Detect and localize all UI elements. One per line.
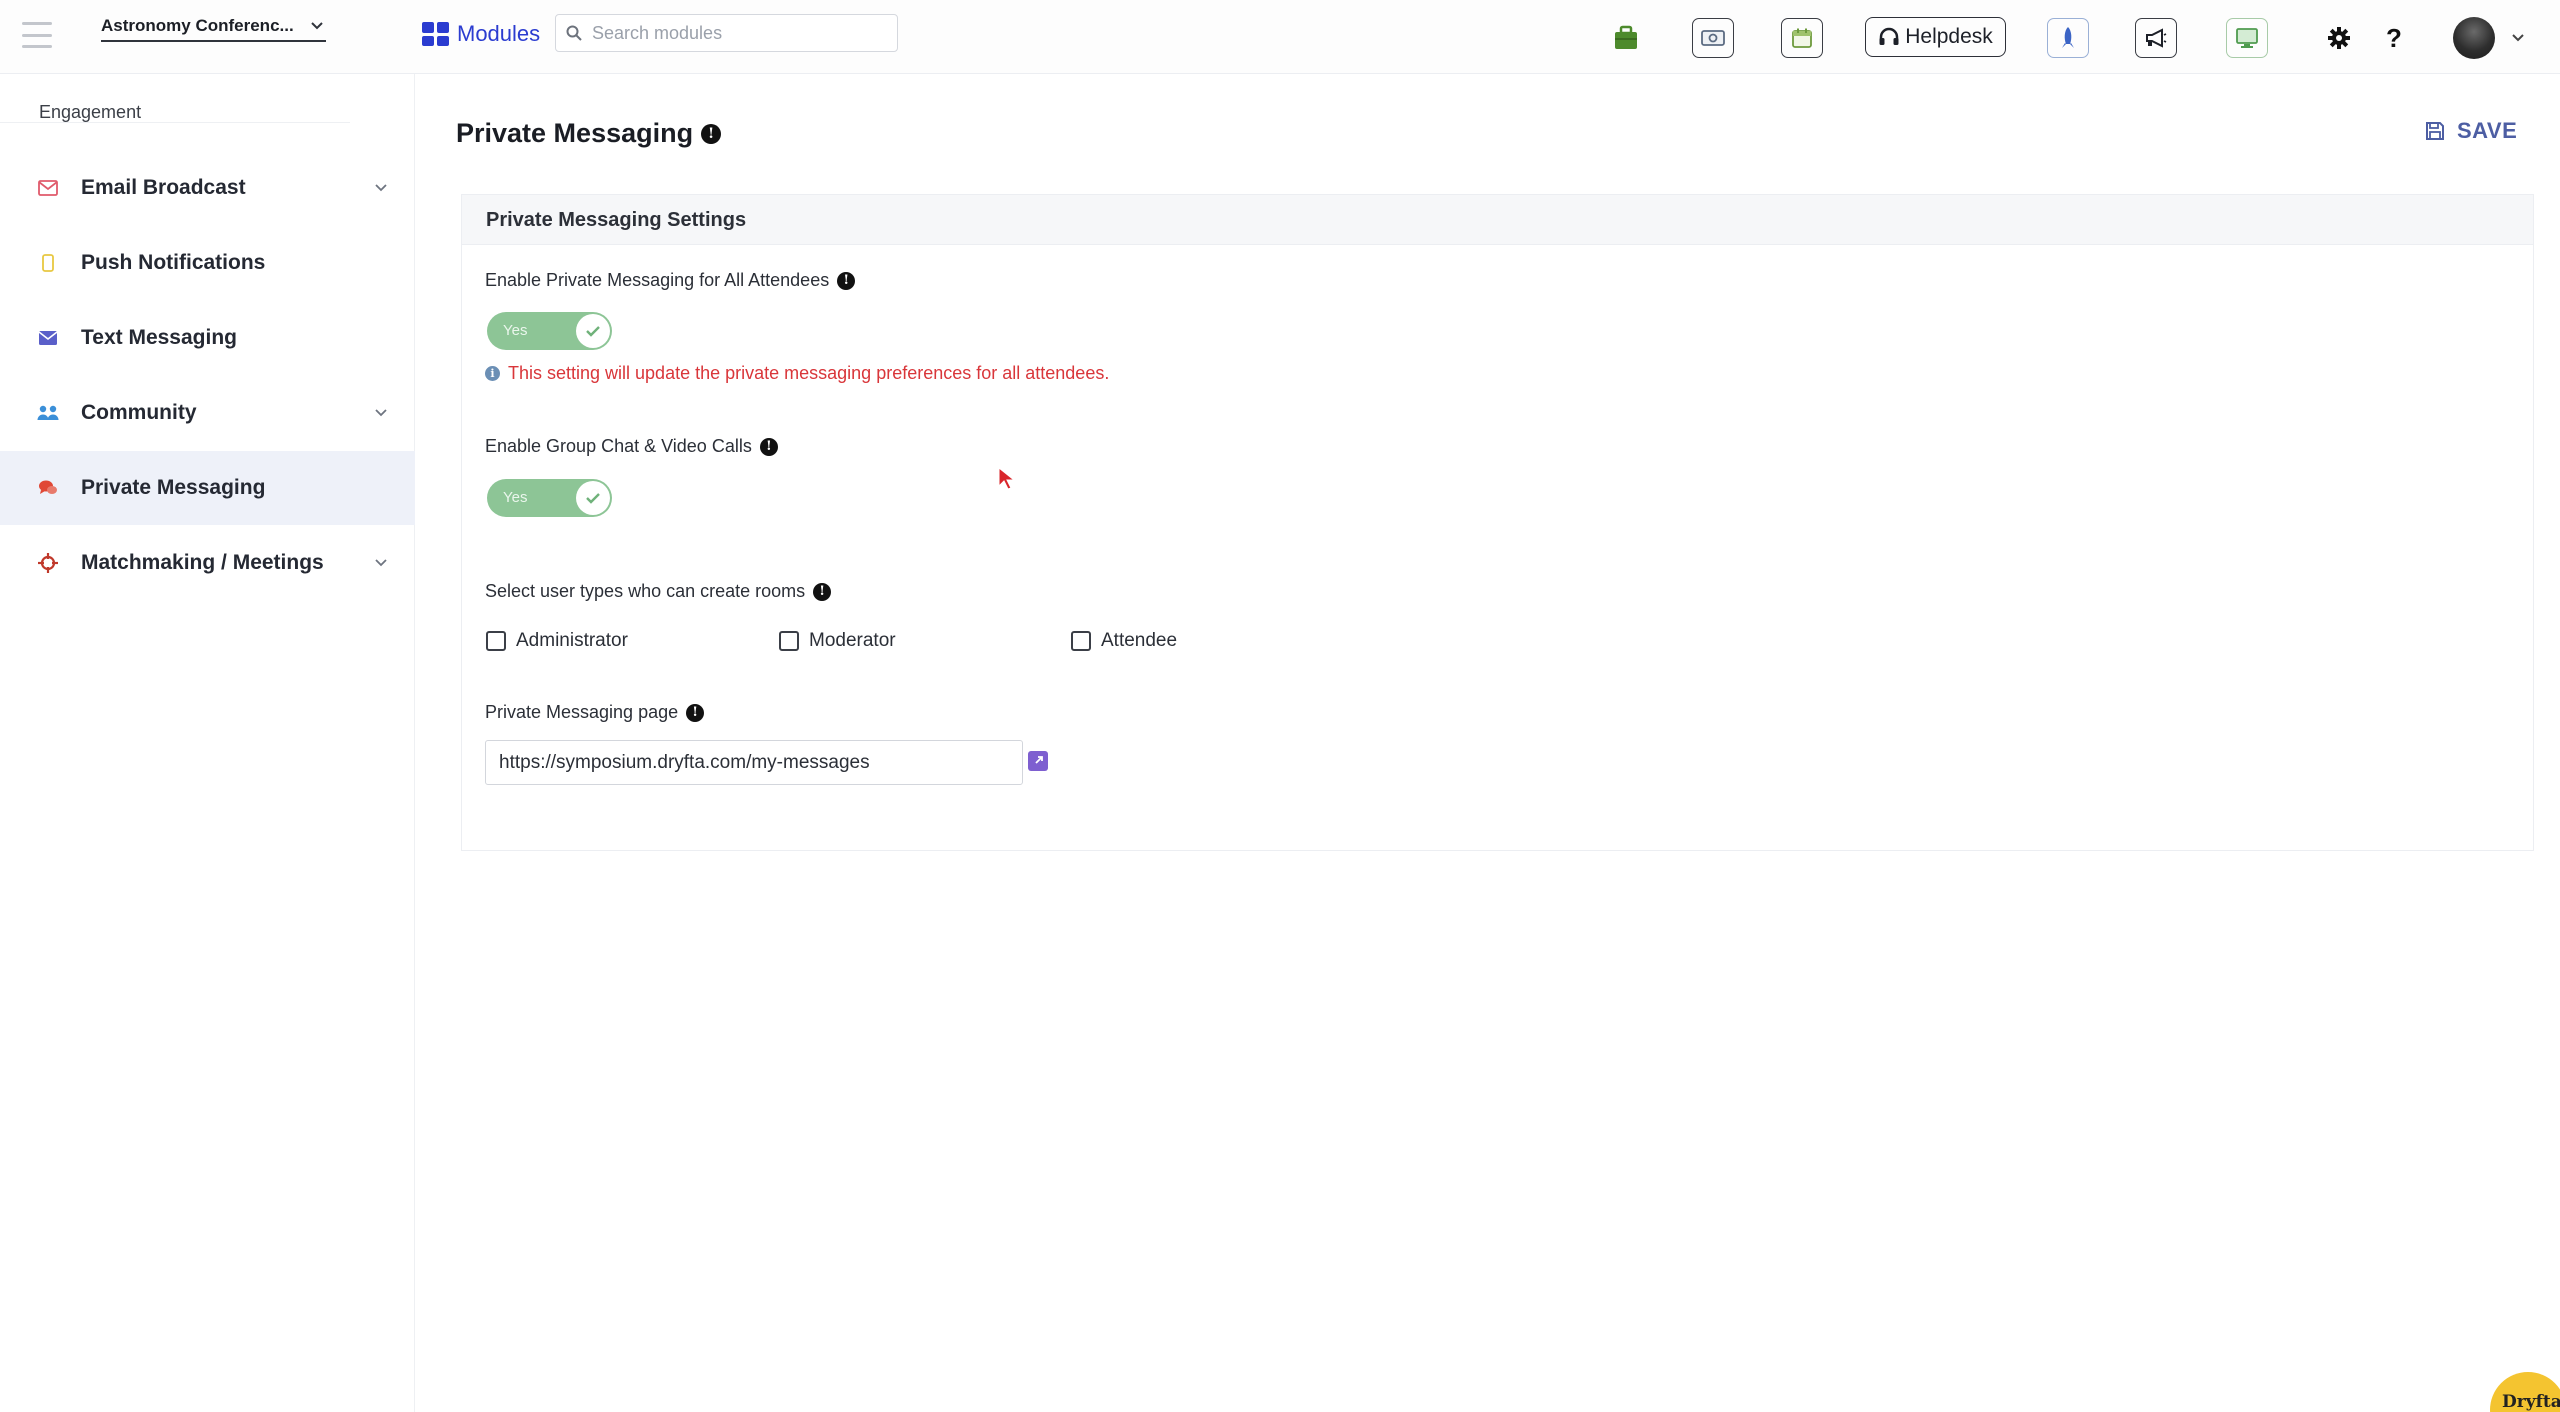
chat-bubbles-icon (37, 478, 59, 498)
sidebar-item-email-broadcast[interactable]: Email Broadcast (0, 151, 415, 225)
search-box (555, 14, 898, 52)
briefcase-icon[interactable] (1608, 18, 1644, 58)
room-creators-label: Select user types who can create rooms ! (485, 581, 832, 602)
crosshair-icon (37, 553, 59, 573)
external-link-icon[interactable] (1028, 751, 1048, 771)
chevron-down-icon[interactable] (374, 558, 388, 568)
menu-icon[interactable] (22, 22, 52, 48)
cursor-icon (998, 467, 1016, 490)
top-bar: Astronomy Conferenc... Modules Helpdesk (0, 0, 2560, 74)
checkbox-moderator[interactable]: Moderator (779, 630, 896, 652)
event-selector[interactable]: Astronomy Conferenc... (101, 12, 326, 42)
monitor-icon[interactable] (2226, 18, 2268, 58)
avatar[interactable] (2453, 17, 2495, 59)
divider (0, 122, 350, 123)
search-input[interactable] (592, 22, 872, 44)
checkbox-administrator[interactable]: Administrator (486, 630, 628, 652)
brand-label: Dryfta (2502, 1392, 2560, 1412)
enable-pm-label: Enable Private Messaging for All Attende… (485, 270, 856, 291)
sidebar-section-engagement: Engagement (39, 102, 142, 122)
checkmark-icon (576, 481, 610, 515)
grid-icon (422, 22, 449, 46)
card-header: Private Messaging Settings (462, 195, 2533, 245)
info-icon[interactable]: ! (686, 703, 705, 722)
enable-pm-label-text: Enable Private Messaging for All Attende… (485, 270, 830, 290)
calendar-icon[interactable] (1781, 18, 1823, 58)
enable-group-label-text: Enable Group Chat & Video Calls (485, 436, 752, 456)
brand-badge: Dryfta (2490, 1372, 2560, 1412)
rocket-icon[interactable] (2047, 18, 2089, 58)
sidebar-item-label: Text Messaging (81, 326, 237, 349)
sidebar-item-label: Matchmaking / Meetings (81, 551, 324, 574)
checkbox[interactable] (1071, 631, 1091, 651)
page-title-text: Private Messaging (456, 118, 694, 148)
sidebar-item-text-messaging[interactable]: Text Messaging (0, 301, 415, 375)
sidebar-item-label: Push Notifications (81, 251, 266, 274)
sidebar-item-label: Email Broadcast (81, 176, 246, 199)
pm-page-url: https://symposium.dryfta.com/my-messages (499, 751, 870, 773)
info-icon[interactable]: ! (837, 271, 856, 290)
helpdesk-label: Helpdesk (1905, 25, 1993, 48)
chevron-down-icon[interactable] (2511, 33, 2525, 43)
info-icon: i (485, 366, 500, 381)
toggle-value: Yes (503, 322, 528, 339)
checkbox[interactable] (486, 631, 506, 651)
checkbox-label: Attendee (1101, 630, 1178, 651)
enable-group-toggle[interactable]: Yes (487, 479, 612, 517)
event-name: Astronomy Conferenc... (101, 16, 294, 35)
users-icon (37, 403, 59, 423)
sidebar-item-private-messaging[interactable]: Private Messaging (0, 451, 415, 525)
info-icon[interactable]: ! (759, 437, 778, 456)
pm-page-url-field[interactable]: https://symposium.dryfta.com/my-messages (485, 740, 1023, 785)
sidebar-item-label: Community (81, 401, 197, 424)
message-icon (37, 328, 59, 348)
page-title: Private Messaging ! (456, 118, 722, 149)
sidebar: Engagement Email Broadcast Push Notifica… (0, 74, 415, 1412)
save-button[interactable]: SAVE (2425, 118, 2517, 144)
modules-label: Modules (457, 21, 541, 46)
info-icon[interactable]: ! (813, 582, 832, 601)
chevron-down-icon[interactable] (374, 408, 388, 418)
money-icon[interactable] (1692, 18, 1734, 58)
envelope-icon (37, 178, 59, 198)
card-title: Private Messaging Settings (486, 209, 747, 231)
pm-page-label-text: Private Messaging page (485, 702, 679, 722)
mobile-icon (37, 253, 59, 273)
sidebar-item-community[interactable]: Community (0, 376, 415, 450)
sidebar-item-push-notifications[interactable]: Push Notifications (0, 226, 415, 300)
save-label: SAVE (2457, 118, 2518, 143)
help-label: ? (2386, 22, 2402, 53)
pm-page-label: Private Messaging page ! (485, 702, 705, 723)
enable-group-label: Enable Group Chat & Video Calls ! (485, 436, 778, 457)
info-icon[interactable]: ! (701, 123, 722, 144)
chevron-down-icon[interactable] (374, 183, 388, 193)
floppy-disk-icon (2426, 122, 2444, 140)
room-creators-label-text: Select user types who can create rooms (485, 581, 806, 601)
headset-icon (1879, 27, 1899, 45)
checkbox-label: Moderator (809, 630, 896, 651)
chevron-down-icon (311, 22, 323, 30)
modules-button[interactable]: Modules (422, 21, 540, 47)
enable-pm-warning: i This setting will update the private m… (485, 363, 1109, 384)
enable-pm-toggle[interactable]: Yes (487, 312, 612, 350)
help-icon[interactable]: ? (2382, 18, 2406, 58)
sidebar-item-matchmaking-meetings[interactable]: Matchmaking / Meetings (0, 526, 415, 600)
sidebar-item-label: Private Messaging (81, 476, 266, 499)
gear-icon[interactable] (2325, 18, 2353, 58)
checkmark-icon (576, 314, 610, 348)
toggle-value: Yes (503, 489, 528, 506)
helpdesk-button[interactable]: Helpdesk (1865, 17, 2006, 57)
checkbox-label: Administrator (516, 630, 628, 651)
warning-text: This setting will update the private mes… (508, 363, 1110, 383)
megaphone-icon[interactable] (2135, 18, 2177, 58)
search-icon (566, 25, 582, 41)
checkbox-attendee[interactable]: Attendee (1071, 630, 1177, 652)
checkbox[interactable] (779, 631, 799, 651)
